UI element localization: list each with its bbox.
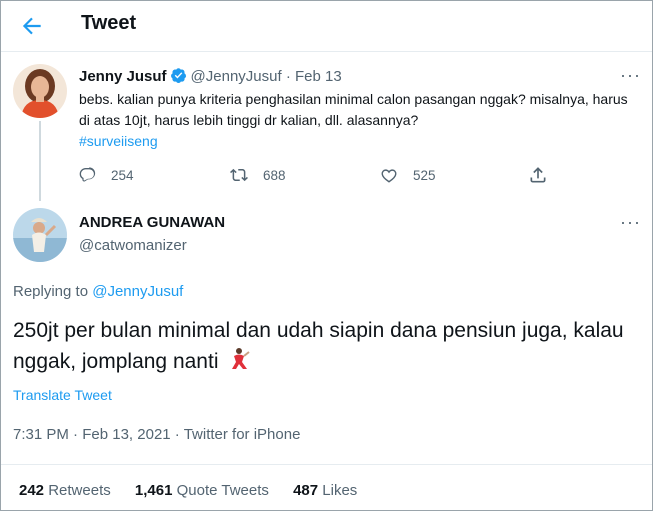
avatar[interactable] [13, 64, 67, 118]
header: Tweet [1, 1, 652, 52]
quote-tweets-label: Quote Tweets [176, 482, 269, 499]
mention-link[interactable]: @JennyJusuf [92, 283, 183, 300]
retweet-button[interactable]: 688 [229, 163, 286, 187]
avatar[interactable] [13, 208, 67, 262]
share-button[interactable] [528, 163, 562, 187]
parent-tweet-header: Jenny Jusuf @JennyJusuf · Feb 13 [79, 67, 342, 85]
tweet-meta: 7:31 PM · Feb 13, 2021 · Twitter for iPh… [13, 426, 300, 443]
likes-label: Likes [322, 482, 358, 499]
like-button[interactable]: 525 [379, 163, 436, 187]
more-icon[interactable]: ··· [620, 65, 641, 86]
tweet-date[interactable]: Feb 13 [295, 68, 342, 85]
retweet-count: 688 [263, 167, 286, 183]
retweets-stat[interactable]: 242 Retweets [19, 482, 111, 499]
page-title: Tweet [81, 12, 137, 34]
separator: · [174, 426, 180, 443]
replying-to: Replying to @JennyJusuf [13, 283, 183, 300]
reply-tweet-text: 250jt per bulan minimal dan udah siapin … [13, 315, 643, 377]
author-name[interactable]: ANDREA GUNAWAN [79, 214, 225, 231]
tweet-page: Tweet Jenny Jusuf @JennyJusuf · Feb 13 ··… [0, 0, 653, 511]
author-handle[interactable]: @catwomanizer [79, 237, 187, 254]
thread-connector [39, 121, 41, 201]
parent-tweet-text: bebs. kalian punya kriteria penghasilan … [79, 91, 628, 128]
hashtag-link[interactable]: #surveiiseng [79, 133, 158, 149]
replying-label: Replying to [13, 283, 89, 300]
translate-link[interactable]: Translate Tweet [13, 387, 112, 403]
tweet-time[interactable]: 7:31 PM [13, 426, 69, 443]
like-icon [381, 169, 397, 183]
retweet-icon [230, 168, 248, 182]
verified-badge-icon [170, 68, 186, 83]
retweets-count: 242 [19, 482, 45, 499]
author-handle[interactable]: @JennyJusuf [191, 68, 282, 85]
retweets-label: Retweets [48, 482, 111, 499]
author-name[interactable]: Jenny Jusuf [79, 68, 167, 85]
divider [1, 464, 652, 465]
reply-icon [79, 167, 96, 182]
reply-button[interactable]: 254 [79, 163, 134, 187]
like-count: 525 [413, 167, 436, 183]
separator: · [73, 426, 79, 443]
reply-count: 254 [111, 167, 134, 183]
tweet-source[interactable]: Twitter for iPhone [184, 426, 301, 443]
quote-tweets-count: 1,461 [134, 482, 173, 499]
separator: · [285, 68, 291, 85]
tweet-date[interactable]: Feb 13, 2021 [82, 426, 170, 443]
share-icon [530, 167, 546, 183]
engagement-stats: 242 Retweets 1,461 Quote Tweets 487 Like… [19, 482, 377, 499]
more-icon[interactable]: ··· [620, 212, 641, 233]
likes-stat[interactable]: 487 Likes [293, 482, 357, 499]
dancer-emoji-icon [232, 348, 250, 369]
quote-tweets-stat[interactable]: 1,461 Quote Tweets [135, 482, 269, 499]
back-arrow-icon[interactable] [19, 13, 45, 39]
likes-count: 487 [293, 482, 319, 499]
tweet-body: 250jt per bulan minimal dan udah siapin … [13, 319, 624, 373]
